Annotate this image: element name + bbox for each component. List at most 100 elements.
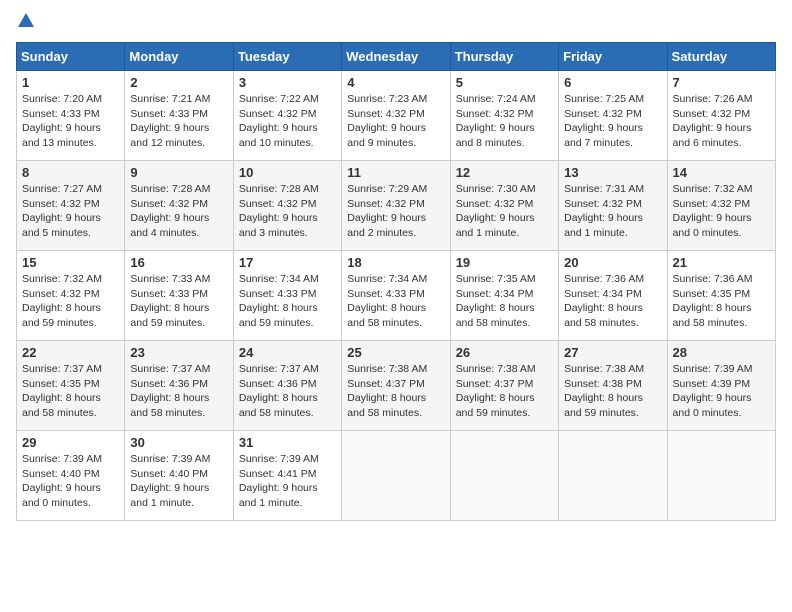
calendar-table: SundayMondayTuesdayWednesdayThursdayFrid… [16, 42, 776, 521]
calendar-cell: 28 Sunrise: 7:39 AMSunset: 4:39 PMDaylig… [667, 341, 775, 431]
calendar-header-friday: Friday [559, 43, 667, 71]
logo-triangle-icon [18, 13, 34, 27]
calendar-cell: 25 Sunrise: 7:38 AMSunset: 4:37 PMDaylig… [342, 341, 450, 431]
day-number: 27 [564, 345, 661, 360]
calendar-cell: 23 Sunrise: 7:37 AMSunset: 4:36 PMDaylig… [125, 341, 233, 431]
day-number: 16 [130, 255, 227, 270]
calendar-week-row: 8 Sunrise: 7:27 AMSunset: 4:32 PMDayligh… [17, 161, 776, 251]
day-info: Sunrise: 7:31 AMSunset: 4:32 PMDaylight:… [564, 183, 644, 239]
calendar-cell: 27 Sunrise: 7:38 AMSunset: 4:38 PMDaylig… [559, 341, 667, 431]
day-info: Sunrise: 7:39 AMSunset: 4:40 PMDaylight:… [22, 453, 102, 509]
calendar-cell: 16 Sunrise: 7:33 AMSunset: 4:33 PMDaylig… [125, 251, 233, 341]
day-number: 1 [22, 75, 119, 90]
day-info: Sunrise: 7:36 AMSunset: 4:34 PMDaylight:… [564, 273, 644, 329]
calendar-cell: 19 Sunrise: 7:35 AMSunset: 4:34 PMDaylig… [450, 251, 558, 341]
calendar-cell: 5 Sunrise: 7:24 AMSunset: 4:32 PMDayligh… [450, 71, 558, 161]
day-info: Sunrise: 7:34 AMSunset: 4:33 PMDaylight:… [239, 273, 319, 329]
calendar-week-row: 15 Sunrise: 7:32 AMSunset: 4:32 PMDaylig… [17, 251, 776, 341]
calendar-cell: 2 Sunrise: 7:21 AMSunset: 4:33 PMDayligh… [125, 71, 233, 161]
day-info: Sunrise: 7:20 AMSunset: 4:33 PMDaylight:… [22, 93, 102, 149]
day-number: 25 [347, 345, 444, 360]
calendar-cell: 13 Sunrise: 7:31 AMSunset: 4:32 PMDaylig… [559, 161, 667, 251]
day-number: 4 [347, 75, 444, 90]
day-number: 19 [456, 255, 553, 270]
day-number: 31 [239, 435, 336, 450]
day-info: Sunrise: 7:34 AMSunset: 4:33 PMDaylight:… [347, 273, 427, 329]
day-info: Sunrise: 7:32 AMSunset: 4:32 PMDaylight:… [22, 273, 102, 329]
day-number: 13 [564, 165, 661, 180]
day-info: Sunrise: 7:38 AMSunset: 4:37 PMDaylight:… [347, 363, 427, 419]
calendar-cell: 6 Sunrise: 7:25 AMSunset: 4:32 PMDayligh… [559, 71, 667, 161]
day-number: 11 [347, 165, 444, 180]
day-number: 22 [22, 345, 119, 360]
calendar-cell: 29 Sunrise: 7:39 AMSunset: 4:40 PMDaylig… [17, 431, 125, 521]
day-number: 7 [673, 75, 770, 90]
calendar-week-row: 22 Sunrise: 7:37 AMSunset: 4:35 PMDaylig… [17, 341, 776, 431]
calendar-cell: 20 Sunrise: 7:36 AMSunset: 4:34 PMDaylig… [559, 251, 667, 341]
calendar-cell: 14 Sunrise: 7:32 AMSunset: 4:32 PMDaylig… [667, 161, 775, 251]
calendar-cell: 21 Sunrise: 7:36 AMSunset: 4:35 PMDaylig… [667, 251, 775, 341]
day-number: 15 [22, 255, 119, 270]
calendar-header-tuesday: Tuesday [233, 43, 341, 71]
day-number: 3 [239, 75, 336, 90]
day-info: Sunrise: 7:37 AMSunset: 4:36 PMDaylight:… [130, 363, 210, 419]
day-info: Sunrise: 7:37 AMSunset: 4:36 PMDaylight:… [239, 363, 319, 419]
calendar-header-row: SundayMondayTuesdayWednesdayThursdayFrid… [17, 43, 776, 71]
day-number: 29 [22, 435, 119, 450]
day-info: Sunrise: 7:26 AMSunset: 4:32 PMDaylight:… [673, 93, 753, 149]
calendar-cell: 30 Sunrise: 7:39 AMSunset: 4:40 PMDaylig… [125, 431, 233, 521]
day-info: Sunrise: 7:24 AMSunset: 4:32 PMDaylight:… [456, 93, 536, 149]
day-number: 17 [239, 255, 336, 270]
day-number: 28 [673, 345, 770, 360]
calendar-week-row: 1 Sunrise: 7:20 AMSunset: 4:33 PMDayligh… [17, 71, 776, 161]
calendar-cell: 22 Sunrise: 7:37 AMSunset: 4:35 PMDaylig… [17, 341, 125, 431]
calendar-cell [450, 431, 558, 521]
day-info: Sunrise: 7:29 AMSunset: 4:32 PMDaylight:… [347, 183, 427, 239]
calendar-cell: 31 Sunrise: 7:39 AMSunset: 4:41 PMDaylig… [233, 431, 341, 521]
calendar-cell: 1 Sunrise: 7:20 AMSunset: 4:33 PMDayligh… [17, 71, 125, 161]
calendar-header-sunday: Sunday [17, 43, 125, 71]
calendar-header-wednesday: Wednesday [342, 43, 450, 71]
calendar-cell: 12 Sunrise: 7:30 AMSunset: 4:32 PMDaylig… [450, 161, 558, 251]
day-number: 12 [456, 165, 553, 180]
calendar-cell: 11 Sunrise: 7:29 AMSunset: 4:32 PMDaylig… [342, 161, 450, 251]
day-info: Sunrise: 7:32 AMSunset: 4:32 PMDaylight:… [673, 183, 753, 239]
day-number: 6 [564, 75, 661, 90]
day-number: 2 [130, 75, 227, 90]
day-number: 23 [130, 345, 227, 360]
day-info: Sunrise: 7:36 AMSunset: 4:35 PMDaylight:… [673, 273, 753, 329]
calendar-cell [559, 431, 667, 521]
day-number: 8 [22, 165, 119, 180]
day-info: Sunrise: 7:35 AMSunset: 4:34 PMDaylight:… [456, 273, 536, 329]
calendar-cell: 3 Sunrise: 7:22 AMSunset: 4:32 PMDayligh… [233, 71, 341, 161]
calendar-cell [667, 431, 775, 521]
calendar-cell: 18 Sunrise: 7:34 AMSunset: 4:33 PMDaylig… [342, 251, 450, 341]
day-info: Sunrise: 7:27 AMSunset: 4:32 PMDaylight:… [22, 183, 102, 239]
logo [16, 16, 34, 30]
day-info: Sunrise: 7:39 AMSunset: 4:40 PMDaylight:… [130, 453, 210, 509]
day-number: 9 [130, 165, 227, 180]
calendar-cell: 26 Sunrise: 7:38 AMSunset: 4:37 PMDaylig… [450, 341, 558, 431]
calendar-cell: 15 Sunrise: 7:32 AMSunset: 4:32 PMDaylig… [17, 251, 125, 341]
day-number: 14 [673, 165, 770, 180]
calendar-cell: 7 Sunrise: 7:26 AMSunset: 4:32 PMDayligh… [667, 71, 775, 161]
day-info: Sunrise: 7:21 AMSunset: 4:33 PMDaylight:… [130, 93, 210, 149]
calendar-cell: 24 Sunrise: 7:37 AMSunset: 4:36 PMDaylig… [233, 341, 341, 431]
day-number: 26 [456, 345, 553, 360]
calendar-header-monday: Monday [125, 43, 233, 71]
calendar-header-saturday: Saturday [667, 43, 775, 71]
day-info: Sunrise: 7:38 AMSunset: 4:37 PMDaylight:… [456, 363, 536, 419]
calendar-cell: 4 Sunrise: 7:23 AMSunset: 4:32 PMDayligh… [342, 71, 450, 161]
day-info: Sunrise: 7:22 AMSunset: 4:32 PMDaylight:… [239, 93, 319, 149]
calendar-cell [342, 431, 450, 521]
calendar-cell: 8 Sunrise: 7:27 AMSunset: 4:32 PMDayligh… [17, 161, 125, 251]
day-info: Sunrise: 7:30 AMSunset: 4:32 PMDaylight:… [456, 183, 536, 239]
calendar-cell: 10 Sunrise: 7:28 AMSunset: 4:32 PMDaylig… [233, 161, 341, 251]
day-number: 5 [456, 75, 553, 90]
day-number: 21 [673, 255, 770, 270]
day-info: Sunrise: 7:25 AMSunset: 4:32 PMDaylight:… [564, 93, 644, 149]
day-number: 10 [239, 165, 336, 180]
day-info: Sunrise: 7:33 AMSunset: 4:33 PMDaylight:… [130, 273, 210, 329]
calendar-header-thursday: Thursday [450, 43, 558, 71]
day-info: Sunrise: 7:37 AMSunset: 4:35 PMDaylight:… [22, 363, 102, 419]
